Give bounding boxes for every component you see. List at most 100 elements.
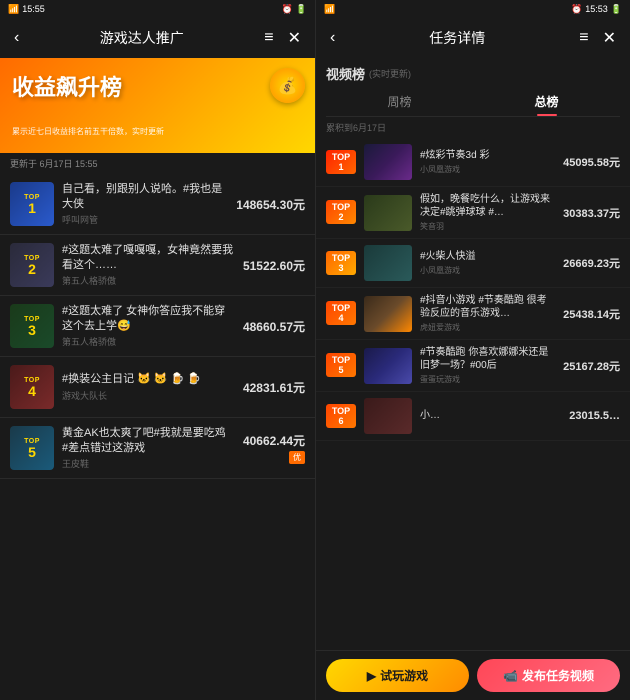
rank-number-1: TOP 2 [326, 200, 356, 225]
section-title-row: 视频榜 (实时更新) [316, 58, 630, 87]
right-panel: 📶 ⏰ 15:53 🔋 ‹ 任务详情 ≡ ✕ 视频榜 (实时更新) 周榜总榜 累… [315, 0, 630, 700]
rank-amount-value: 148654.30元 [236, 196, 305, 213]
right-rank-item-5[interactable]: TOP 6 小… 23015.5… [316, 392, 630, 441]
thumb-image [364, 144, 412, 180]
rank-badge-label: TOP 3 [326, 251, 356, 275]
rank-badge-1: TOP 2 [10, 243, 54, 287]
right-rank-item-0[interactable]: TOP 1 #炫彩节奏3d 彩 小凤凰游戏 45095.58元 [316, 138, 630, 187]
rank-info-author: 蛋蛋玩游戏 [420, 374, 555, 385]
top-num: 4 [28, 384, 36, 398]
rank-number-5: TOP 6 [326, 404, 356, 429]
rank-badge-3: TOP 4 [10, 365, 54, 409]
left-rank-item-3[interactable]: TOP 4 #换装公主日记 🐱 🐱 🍺 🍺 游戏大队长 42831.61元 [0, 357, 315, 418]
rank-amount: 51522.60元 [243, 257, 305, 274]
rank-thumb-4 [364, 348, 412, 384]
rank-amount-value: 40662.44元 [243, 432, 305, 449]
bottom-bar: ▶ 试玩游戏 📹 发布任务视频 [316, 650, 630, 700]
right-rank-item-1[interactable]: TOP 2 假如，晚餐吃什么，让游戏来决定#跳弹球球 #… 笑音羽 30383.… [316, 187, 630, 239]
rank-author: 第五人格骄傲 [62, 274, 235, 287]
rank-amount: 148654.30元 [236, 196, 305, 213]
rank-title: 黄金AK也太爽了吧#我就是要吃鸡 #差点错过这游戏 [62, 426, 235, 455]
tab-0[interactable]: 周榜 [326, 87, 473, 116]
left-rank-item-1[interactable]: TOP 2 #这题太难了嘎嘎嘎，女神竟然要我看这个…… 第五人格骄傲 51522… [0, 235, 315, 296]
left-rank-list: TOP 1 自己看，别跟别人说哈。#我也是大侠 呼叫网管 148654.30元 … [0, 174, 315, 700]
rank-badge-label: TOP 2 [326, 200, 356, 224]
right-rank-item-2[interactable]: TOP 3 #火柴人快溢 小凤凰游戏 26669.23元 [316, 239, 630, 288]
right-rank-item-4[interactable]: TOP 5 #节奏酷跑 你喜欢娜娜米还是旧梦一场？#00后 蛋蛋玩游戏 2516… [316, 340, 630, 392]
rank-number-0: TOP 1 [326, 150, 356, 175]
play-icon: ▶ [367, 669, 376, 683]
rank-amount: 48660.57元 [243, 318, 305, 335]
menu-icon[interactable]: ≡ [575, 27, 592, 49]
rank-title: #这题太难了嘎嘎嘎，女神竟然要我看这个…… [62, 243, 235, 272]
tabs-row: 周榜总榜 [326, 87, 620, 117]
rank-number-2: TOP 3 [326, 251, 356, 276]
rank-title: #换装公主日记 🐱 🐱 🍺 🍺 [62, 372, 235, 386]
left-rank-item-4[interactable]: TOP 5 黄金AK也太爽了吧#我就是要吃鸡 #差点错过这游戏 王皮鞋 4066… [0, 418, 315, 479]
close-icon[interactable]: ✕ [284, 26, 305, 50]
rank-amount: 42831.61元 [243, 379, 305, 396]
right-rank-item-3[interactable]: TOP 4 #抖音小游戏 #节奏酷跑 很考验反应的音乐游戏… 虎妞爱游戏 254… [316, 288, 630, 340]
rank-info-3: #抖音小游戏 #节奏酷跑 很考验反应的音乐游戏… 虎妞爱游戏 [420, 294, 555, 333]
rank-badge-label: TOP 5 [326, 353, 356, 377]
status-left: 📶 15:55 [8, 4, 45, 15]
play-button[interactable]: ▶ 试玩游戏 [326, 659, 469, 692]
update-info: 更新于 6月17日 15:55 [0, 153, 315, 174]
tab-1[interactable]: 总榜 [473, 87, 620, 116]
rank-badge-label: TOP 6 [326, 404, 356, 428]
banner-subtitle: 累示近七日收益排名前五干倍数，实时更新 [12, 126, 164, 137]
alarm-icon: ⏰ [282, 4, 293, 15]
status-right: ⏰ 🔋 [282, 4, 307, 15]
rank-amount-value: 51522.60元 [243, 257, 305, 274]
rank-author: 第五人格骄傲 [62, 335, 235, 348]
rank-info-author: 小凤凰游戏 [420, 265, 555, 276]
camera-icon: 📹 [503, 669, 518, 683]
rank-info-author: 虎妞爱游戏 [420, 322, 555, 333]
rank-info-title: #节奏酷跑 你喜欢娜娜米还是旧梦一场？#00后 [420, 346, 555, 372]
left-panel: 📶 15:55 ⏰ 🔋 ‹ 游戏达人推广 ≡ ✕ 收益飙升榜 累示近七日收益排名… [0, 0, 315, 700]
rank-amount-right: 25438.14元 [563, 306, 620, 322]
top-num: 1 [28, 201, 36, 215]
right-title: 任务详情 [339, 28, 575, 48]
rank-amount-right: 23015.5… [569, 410, 620, 422]
publish-button[interactable]: 📹 发布任务视频 [477, 659, 620, 692]
thumb-image [364, 245, 412, 281]
rank-thumb-3 [364, 296, 412, 332]
rank-content-4: 黄金AK也太爽了吧#我就是要吃鸡 #差点错过这游戏 王皮鞋 [62, 426, 235, 470]
section-title: 视频榜 [326, 64, 365, 83]
rank-author: 游戏大队长 [62, 389, 235, 402]
rank-amount-right: 45095.58元 [563, 154, 620, 170]
rank-info-title: #炫彩节奏3d 彩 [420, 149, 555, 162]
menu-icon[interactable]: ≡ [260, 27, 277, 49]
cumulative-info: 累积到6月17日 [316, 117, 630, 138]
rank-info-5: 小… [420, 409, 561, 424]
rank-info-author: 小凤凰游戏 [420, 164, 555, 175]
left-rank-item-2[interactable]: TOP 3 #这题太难了 女神你答应我不能穿这个去上学😅 第五人格骄傲 4866… [0, 296, 315, 357]
rank-thumb-2 [364, 245, 412, 281]
left-status-bar: 📶 15:55 ⏰ 🔋 [0, 0, 315, 18]
promo-badge: 优 [289, 451, 305, 464]
header-right-controls: ≡ ✕ [575, 26, 620, 50]
rank-amount-right: 30383.37元 [563, 205, 620, 221]
thumb-image [364, 195, 412, 231]
rank-badge-2: TOP 3 [10, 304, 54, 348]
back-button[interactable]: ‹ [10, 27, 23, 49]
rank-amount: 40662.44元优 [243, 432, 305, 464]
sim-icon: 📶 [8, 4, 19, 15]
header-left-controls: ‹ [10, 27, 23, 49]
sim-icon: 📶 [324, 4, 335, 15]
left-header: ‹ 游戏达人推广 ≡ ✕ [0, 18, 315, 58]
rank-thumb-0 [364, 144, 412, 180]
top-num: 3 [28, 323, 36, 337]
back-button[interactable]: ‹ [326, 27, 339, 49]
thumb-image [364, 348, 412, 384]
close-icon[interactable]: ✕ [599, 26, 620, 50]
rank-info-4: #节奏酷跑 你喜欢娜娜米还是旧梦一场？#00后 蛋蛋玩游戏 [420, 346, 555, 385]
rank-content-2: #这题太难了 女神你答应我不能穿这个去上学😅 第五人格骄傲 [62, 304, 235, 348]
section-subtitle: (实时更新) [369, 67, 411, 80]
top-num: 2 [28, 262, 36, 276]
rank-info-2: #火柴人快溢 小凤凰游戏 [420, 250, 555, 276]
left-rank-item-0[interactable]: TOP 1 自己看，别跟别人说哈。#我也是大侠 呼叫网管 148654.30元 [0, 174, 315, 235]
status-right: ⏰ 15:53 🔋 [571, 4, 622, 15]
rank-content-0: 自己看，别跟别人说哈。#我也是大侠 呼叫网管 [62, 182, 228, 226]
